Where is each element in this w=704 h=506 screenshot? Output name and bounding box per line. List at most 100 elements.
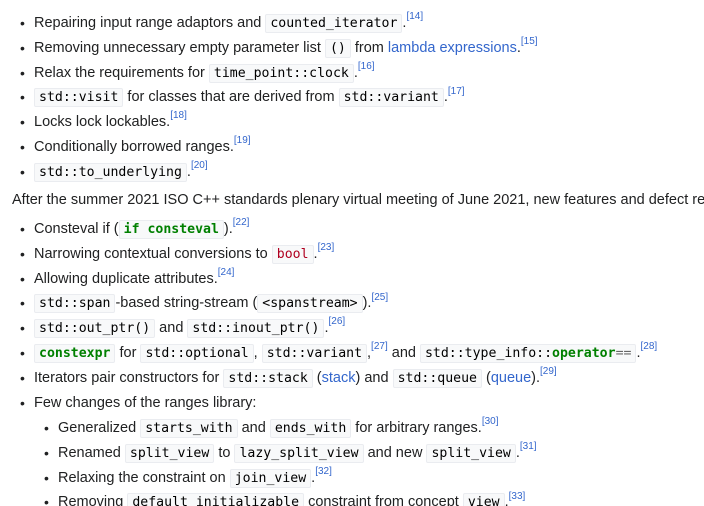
code-keyword: operator (552, 345, 616, 361)
list-item: Renamed split_view to lazy_split_view an… (44, 441, 537, 466)
code-snippet: ends_with (269, 419, 352, 438)
item-text: and (387, 344, 420, 361)
list-item: Removing default_initializable constrain… (44, 490, 537, 506)
list-item: Allowing duplicate attributes.[24] (20, 267, 657, 292)
item-text: Repairing input range adaptors and (34, 15, 266, 31)
item-text: , (253, 344, 262, 361)
item-text: from (350, 39, 388, 56)
reference-link[interactable]: [27] (371, 341, 388, 352)
code-snippet: std::visit (34, 88, 124, 108)
code-operator: == (615, 345, 632, 361)
code-snippet: constexpr (34, 343, 116, 363)
code-snippet: split_view (124, 443, 215, 463)
reference-link[interactable]: [26] (328, 316, 345, 327)
item-text: Iterators pair constructors for (34, 369, 224, 386)
code-snippet: std::out_ptr() (34, 319, 156, 339)
item-text: for classes that are derived from (123, 89, 339, 106)
item-text: ). (531, 369, 541, 386)
reference-link[interactable]: [22] (233, 217, 250, 228)
list-item: Removing unnecessary empty parameter lis… (20, 36, 538, 61)
code-snippet: std::type_info::operator== (419, 343, 637, 363)
code-snippet: lazy_split_view (234, 443, 364, 463)
list-item: std::out_ptr() and std::inout_ptr().[26] (20, 316, 657, 341)
item-text: and (155, 320, 188, 337)
item-text: Locks lock lockables. (34, 114, 171, 131)
list-item: std::to_underlying.[20] (20, 160, 538, 185)
reference-link[interactable]: [24] (218, 267, 235, 278)
list-item: Iterators pair constructors for std::sta… (20, 366, 657, 391)
ranges-changes-list: Generalized starts_with and ends_with fo… (44, 416, 537, 506)
item-text: to (214, 444, 235, 461)
code-snippet: bool (271, 244, 314, 264)
item-text: and (237, 420, 270, 436)
item-text: Removing unnecessary empty parameter lis… (34, 39, 325, 56)
code-snippet: std::span (34, 294, 116, 314)
item-text: Conditionally borrowed ranges. (34, 138, 234, 155)
list-item: constexpr for std::optional, std::varian… (20, 341, 657, 366)
list-item: std::visit for classes that are derived … (20, 85, 538, 110)
reference-link[interactable]: [23] (318, 242, 335, 253)
item-text: Relax the requirements for (34, 64, 209, 81)
list-item: Few changes of the ranges library: (20, 391, 657, 416)
reference-link[interactable]: [25] (371, 292, 388, 303)
code-snippet: std::inout_ptr() (187, 319, 325, 339)
reference-link[interactable]: [19] (234, 135, 251, 146)
reference-link[interactable]: [14] (406, 11, 423, 22)
item-text: ). (223, 221, 233, 237)
item-text: ) and (355, 369, 393, 386)
code-snippet: default_initializable (127, 493, 305, 506)
queue-link[interactable]: queue (491, 370, 531, 386)
reference-link[interactable]: [16] (358, 61, 375, 72)
item-text: for (115, 344, 141, 361)
item-text: and new (363, 444, 427, 461)
list-item: Conditionally borrowed ranges.[19] (20, 135, 538, 160)
item-text: for arbitrary ranges. (351, 420, 482, 436)
reference-link[interactable]: [32] (315, 466, 332, 477)
item-text: Generalized (58, 420, 141, 436)
article-body: Repairing input range adaptors and count… (0, 0, 704, 506)
reference-link[interactable]: [30] (482, 416, 499, 427)
item-text: ( (312, 369, 322, 386)
stack-link[interactable]: stack (322, 370, 356, 386)
reference-link[interactable]: [31] (520, 441, 537, 452)
code-snippet: () (324, 38, 351, 58)
reference-link[interactable]: [28] (640, 341, 657, 352)
code-snippet: join_view (229, 468, 312, 488)
item-text: constraint from concept (304, 494, 463, 506)
reference-link[interactable]: [17] (448, 86, 465, 97)
code-snippet: std::queue (392, 368, 482, 388)
reference-link[interactable]: [15] (521, 36, 538, 47)
code-snippet: std::stack (223, 368, 313, 388)
reference-link[interactable]: [18] (170, 110, 187, 121)
lambda-expressions-link[interactable]: lambda expressions (388, 40, 517, 56)
features-list-2: Consteval if (if consteval).[22] Narrowi… (20, 217, 657, 415)
item-text: Consteval if ( (34, 221, 119, 237)
code-snippet: counted_iterator (265, 14, 403, 33)
item-text: Removing (58, 494, 128, 506)
features-list-1: Repairing input range adaptors and count… (20, 11, 538, 185)
code-snippet: view (462, 493, 505, 506)
list-item: std::span-based string-stream (<spanstre… (20, 291, 657, 316)
code-snippet: split_view (426, 443, 516, 463)
code-snippet: starts_with (140, 419, 238, 438)
item-text: Allowing duplicate attributes. (34, 270, 218, 287)
item-text: Relaxing the constraint on (58, 469, 230, 486)
paragraph: After the summer 2021 ISO C++ standards … (12, 192, 704, 208)
code-part: std::type_info:: (424, 345, 553, 361)
code-snippet: std::variant (338, 88, 444, 108)
list-item: Repairing input range adaptors and count… (20, 11, 538, 36)
item-text: Renamed (58, 444, 125, 461)
reference-link[interactable]: [20] (191, 160, 208, 171)
item-text: ( (481, 369, 491, 386)
list-item: Generalized starts_with and ends_with fo… (44, 416, 537, 441)
list-item: Relax the requirements for time_point::c… (20, 61, 538, 86)
code-snippet: std::to_underlying (34, 162, 187, 182)
reference-link[interactable]: [29] (540, 366, 557, 377)
list-item: Consteval if (if consteval).[22] (20, 217, 657, 242)
reference-link[interactable]: [33] (509, 491, 526, 502)
code-snippet: <spanstream> (257, 294, 363, 314)
list-item: Locks lock lockables.[18] (20, 110, 538, 135)
item-text: -based string-stream ( (115, 295, 258, 312)
code-snippet: std::optional (140, 343, 254, 363)
code-snippet: if consteval (118, 220, 224, 239)
